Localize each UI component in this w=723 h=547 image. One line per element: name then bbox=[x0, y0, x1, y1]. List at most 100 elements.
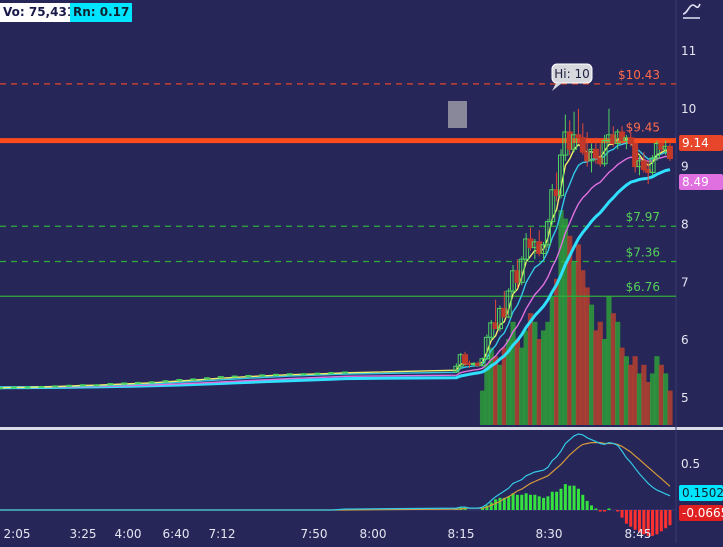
candle bbox=[231, 375, 238, 378]
macd-badge: 0.1502 bbox=[679, 485, 723, 501]
candle-body bbox=[190, 378, 197, 381]
hist-badge-text: -0.0665 bbox=[682, 506, 723, 520]
trend-line-icon[interactable] bbox=[680, 0, 702, 20]
candle-body bbox=[93, 384, 100, 387]
candle bbox=[667, 143, 673, 161]
macd-hist-bar bbox=[607, 508, 611, 510]
candle-body bbox=[592, 148, 599, 159]
ema-badge-text: 8.49 bbox=[682, 175, 709, 189]
candle bbox=[79, 384, 86, 387]
time-tick-label: 8:15 bbox=[448, 527, 475, 541]
candle-body bbox=[245, 375, 252, 378]
candle-body bbox=[10, 386, 17, 389]
candle-body bbox=[231, 375, 238, 378]
candle bbox=[342, 371, 348, 374]
macd-hist-bar bbox=[581, 494, 585, 510]
candle bbox=[0, 387, 3, 390]
candle-body bbox=[579, 137, 586, 153]
candle-body bbox=[640, 160, 647, 171]
pane-divider bbox=[0, 427, 723, 430]
time-tick-label: 2:05 bbox=[4, 527, 31, 541]
macd-hist-bar bbox=[537, 496, 541, 510]
last-price-badge: 9.14 bbox=[679, 135, 723, 151]
macd-hist-bar bbox=[568, 485, 572, 510]
candle bbox=[245, 374, 252, 378]
candle bbox=[135, 381, 141, 384]
candle bbox=[10, 386, 17, 389]
candle bbox=[300, 373, 307, 376]
candle-body bbox=[121, 382, 128, 385]
price-tick-label: 10 bbox=[681, 102, 696, 116]
price-tick-label: 5 bbox=[681, 391, 689, 405]
macd-hist-bar bbox=[651, 510, 655, 536]
macd-hist-bar bbox=[515, 494, 519, 510]
macd-hist-bar bbox=[494, 499, 498, 510]
macd-hist-bar bbox=[629, 510, 633, 527]
candle bbox=[176, 378, 183, 382]
macd-hist-bar bbox=[616, 510, 620, 512]
time-tick-label: 6:40 bbox=[163, 527, 190, 541]
candle-body bbox=[135, 381, 141, 384]
grid bbox=[0, 0, 723, 543]
candle bbox=[314, 372, 321, 375]
candle-body bbox=[300, 373, 307, 376]
macd-hist-bar bbox=[572, 485, 576, 510]
macd-hist-bar bbox=[576, 488, 580, 510]
price-tick-label: 8 bbox=[681, 218, 689, 232]
range-readout: Rn: 0.17 bbox=[70, 3, 133, 22]
macd-hist-bar bbox=[598, 510, 602, 512]
macd-hist-bar bbox=[555, 491, 559, 510]
candle-body bbox=[667, 145, 673, 160]
macd-tick-label: 0.5 bbox=[681, 457, 700, 471]
candle-body bbox=[52, 385, 59, 388]
price-axis: 5 6 7 8 9 10 11 bbox=[681, 44, 696, 405]
candle bbox=[328, 372, 335, 375]
macd-hist-bar bbox=[563, 484, 567, 510]
candle-body bbox=[79, 384, 86, 387]
candle-body bbox=[66, 384, 72, 387]
volume-bar bbox=[667, 390, 673, 425]
hist-badge: -0.0665 bbox=[679, 505, 723, 521]
macd-hist-bar bbox=[668, 510, 672, 526]
hi-callout: Hi: 10 bbox=[551, 63, 593, 91]
macd-hist-bar bbox=[559, 488, 563, 510]
time-tick-label: 3:25 bbox=[70, 527, 97, 541]
candle-body bbox=[38, 386, 45, 388]
candle bbox=[148, 381, 155, 384]
macd-hist-bar bbox=[533, 494, 537, 510]
candle-body bbox=[328, 372, 335, 375]
candle-body bbox=[0, 387, 3, 390]
macd-hist-bar bbox=[603, 510, 607, 512]
candle bbox=[93, 384, 100, 387]
macd-panel: 0.5 bbox=[0, 433, 700, 536]
macd-hist-bar bbox=[664, 510, 668, 529]
price-tick-label: 9 bbox=[681, 160, 689, 174]
level-label: $6.76 bbox=[626, 280, 660, 294]
macd-hist-bar bbox=[481, 508, 485, 510]
candle bbox=[38, 385, 45, 388]
macd-hist-bar bbox=[524, 493, 528, 510]
ema-badge: 8.49 bbox=[679, 174, 723, 190]
time-tick-label: 7:12 bbox=[209, 527, 236, 541]
price-chart[interactable]: $10.43$7.97$7.36$6.76$9.45 Hi: 10 567891… bbox=[0, 0, 723, 543]
macd-hist-bar bbox=[528, 494, 532, 510]
macd-badge-text: 0.1502 bbox=[682, 486, 723, 500]
chart-stage[interactable]: $10.43 $7.97 $7.36 $6.76 $9.45 Hi: 10 567891… bbox=[0, 0, 723, 543]
macd-hist-bar bbox=[550, 491, 554, 510]
candle bbox=[579, 123, 586, 156]
macd-hist-bar bbox=[546, 496, 550, 510]
level-label: $7.36 bbox=[626, 246, 660, 260]
price-tick-label: 7 bbox=[681, 275, 689, 289]
level-label: $7.97 bbox=[626, 210, 660, 224]
candle-body bbox=[627, 137, 634, 144]
price-tick-label: 6 bbox=[681, 333, 689, 347]
last-price-badge-text: 9.14 bbox=[682, 136, 709, 150]
candle bbox=[217, 376, 224, 379]
time-axis: 2:05 3:25 4:00 6:40 7:12 7:50 8:00 8:15 8:30 8:45 bbox=[4, 527, 652, 541]
candle bbox=[259, 374, 266, 377]
box-marker bbox=[448, 101, 467, 128]
macd-hist-bar bbox=[590, 505, 594, 510]
macd-hist-bar bbox=[620, 510, 624, 518]
price-tick-label: 11 bbox=[681, 44, 696, 58]
volume-readout: Vo: 75,431 bbox=[0, 3, 79, 22]
